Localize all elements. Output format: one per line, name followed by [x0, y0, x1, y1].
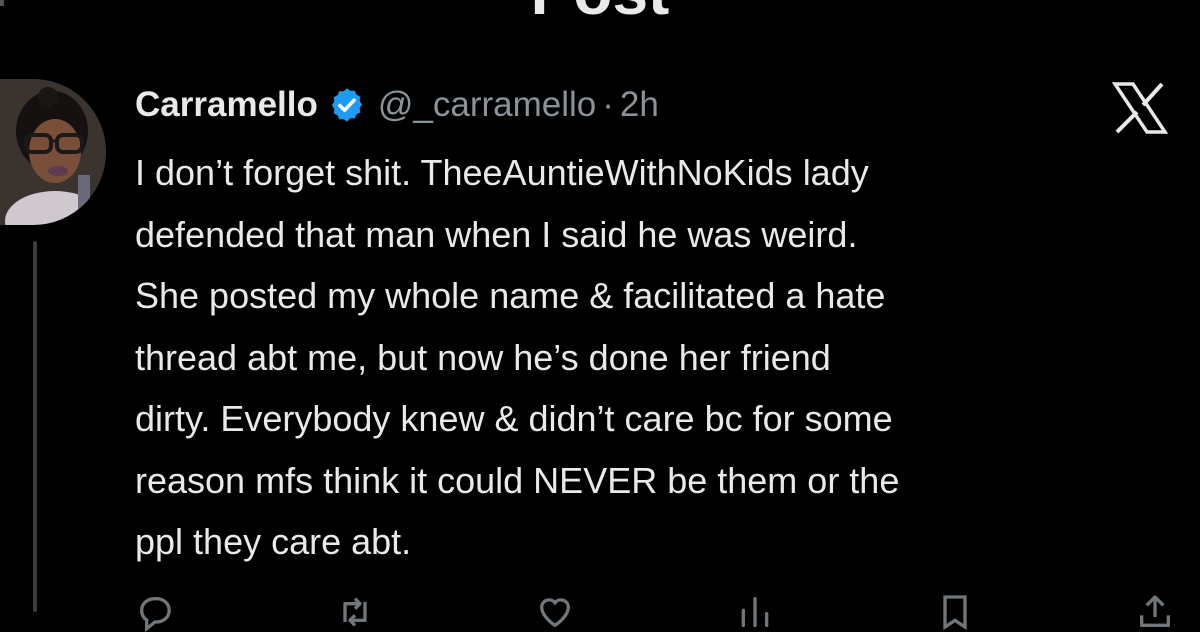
- repost-button[interactable]: [335, 592, 375, 632]
- thread-connector-line: [33, 241, 37, 612]
- like-button[interactable]: [535, 592, 575, 632]
- repost-icon: [343, 597, 367, 627]
- bookmark-button[interactable]: [935, 592, 975, 632]
- tweet-text: I don’t forget shit. TheeAuntieWithNoKid…: [135, 152, 900, 562]
- avatar-photo: [0, 79, 106, 225]
- share-button[interactable]: [1135, 592, 1175, 632]
- tweet-header: Carramello @_carramello · 2h: [135, 80, 659, 130]
- author-handle[interactable]: @_carramello: [378, 85, 596, 125]
- verified-badge-icon[interactable]: [328, 86, 366, 124]
- x-logo-icon: [1112, 82, 1168, 134]
- bookmark-icon: [943, 595, 967, 631]
- page-title: Post: [0, 0, 1200, 24]
- avatar[interactable]: [0, 79, 106, 225]
- views-button[interactable]: [735, 592, 775, 632]
- post-time[interactable]: 2h: [620, 85, 659, 125]
- meta-separator: ·: [602, 85, 614, 124]
- reply-button[interactable]: [135, 592, 175, 632]
- heart-icon: [539, 598, 571, 628]
- share-icon: [1140, 595, 1170, 627]
- reply-icon: [139, 597, 171, 632]
- views-icon: [741, 597, 769, 627]
- back-arrow-fragment[interactable]: [0, 0, 4, 6]
- tweet-action-bar: [135, 592, 1175, 632]
- author-display-name[interactable]: Carramello: [135, 85, 318, 125]
